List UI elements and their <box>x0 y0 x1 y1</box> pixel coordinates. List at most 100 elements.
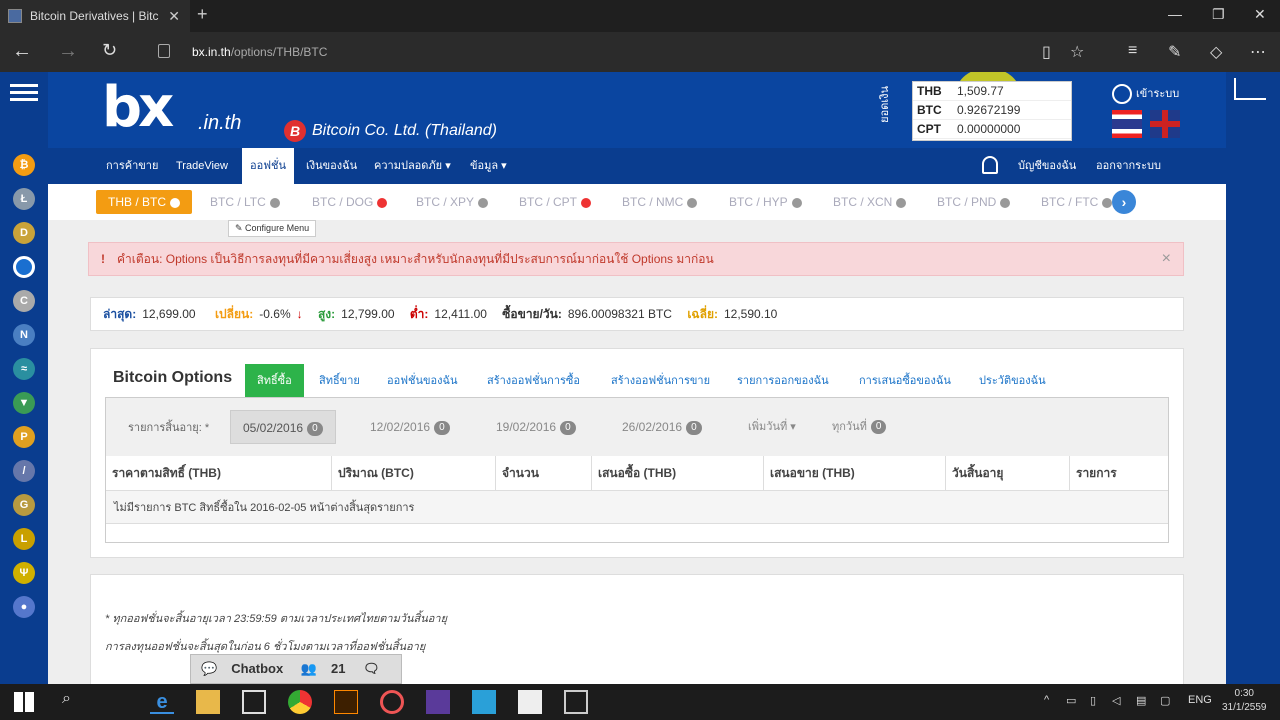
hub-icon[interactable]: ≡ <box>1128 42 1137 60</box>
keyboard-icon[interactable]: ▤ <box>1136 694 1146 707</box>
share-icon[interactable]: ◇ <box>1210 42 1222 62</box>
pair-tab[interactable]: BTC / XCN <box>833 190 907 214</box>
windows-start-icon[interactable] <box>14 692 34 712</box>
pair-tab[interactable]: BTC / LTC <box>210 190 280 214</box>
pair-tab[interactable]: BTC / NMC <box>622 190 698 214</box>
hamburger-menu-icon[interactable] <box>10 84 38 104</box>
close-circle-icon[interactable] <box>269 197 280 208</box>
expiry-date-tab[interactable]: 12/02/2016 0 <box>370 410 450 444</box>
action-center-icon[interactable]: ▢ <box>1160 694 1170 707</box>
skype-icon[interactable] <box>472 690 496 714</box>
refresh-icon[interactable]: ↻ <box>102 40 117 61</box>
column-header[interactable]: รายการ <box>1070 456 1168 490</box>
l-coin-icon[interactable]: L <box>13 528 35 550</box>
close-circle-icon[interactable] <box>581 197 592 208</box>
close-window-icon[interactable]: ✕ <box>1254 6 1266 23</box>
language-indicator[interactable]: ENG <box>1188 694 1212 706</box>
thai-flag-icon[interactable] <box>1112 110 1142 138</box>
new-tab-icon[interactable]: + <box>197 4 208 25</box>
tab-call[interactable]: สิทธิ์ซื้อ <box>245 364 304 398</box>
psi-coin-icon[interactable]: Ψ <box>13 562 35 584</box>
nav-security[interactable]: ความปลอดภัย ▾ <box>374 148 451 184</box>
all-days-tab[interactable]: ทุกวันที่ 0 <box>832 410 887 444</box>
reading-view-icon[interactable]: ▯ <box>1042 42 1051 62</box>
next-arrow-icon[interactable]: › <box>1112 190 1136 214</box>
pair-tab[interactable]: BTC / FTC <box>1041 190 1113 214</box>
chrome-icon[interactable] <box>288 690 312 714</box>
close-circle-icon[interactable] <box>1000 197 1011 208</box>
forward-icon[interactable]: → <box>58 40 78 63</box>
close-circle-icon[interactable] <box>896 197 907 208</box>
pandacoin-coin-icon[interactable]: P <box>13 426 35 448</box>
pair-tab[interactable]: BTC / PND <box>937 190 1011 214</box>
nav-trade[interactable]: การค้าขาย <box>106 148 158 184</box>
illustrator-icon[interactable] <box>334 690 358 714</box>
pair-tab[interactable]: BTC / CPT <box>519 190 592 214</box>
column-header[interactable]: เสนอขาย (THB) <box>764 456 946 490</box>
column-header[interactable]: จำนวน <box>496 456 592 490</box>
expiry-date-tab[interactable]: 05/02/2016 0 <box>230 410 336 444</box>
nav-my-account[interactable]: บัญชีของฉัน <box>1018 148 1076 184</box>
chart-bars-icon[interactable] <box>1234 78 1266 100</box>
counterparty-coin-icon[interactable]: ▼ <box>13 392 35 414</box>
paint-icon[interactable] <box>518 690 542 714</box>
close-circle-icon[interactable] <box>1102 197 1113 208</box>
close-circle-icon[interactable] <box>687 197 698 208</box>
app-icon[interactable] <box>380 690 404 714</box>
url-field[interactable]: bx.in.th/options/THB/BTC <box>150 41 1030 63</box>
close-circle-icon[interactable] <box>478 197 489 208</box>
web-note-icon[interactable]: ✎ <box>1168 42 1181 62</box>
tab-my-bids[interactable]: การเสนอซื้อของฉัน <box>859 364 951 398</box>
tab-create-call[interactable]: สร้างออฟชั่นการซื้อ <box>487 364 580 398</box>
configure-menu-tooltip[interactable]: ✎ Configure Menu <box>228 220 317 237</box>
pair-tab[interactable]: BTC / XPY <box>416 190 489 214</box>
pair-tab[interactable]: THB / BTC <box>96 190 193 214</box>
hyper-coin-icon[interactable]: ≈ <box>13 358 35 380</box>
visual-studio-icon[interactable] <box>426 690 450 714</box>
back-icon[interactable]: ← <box>12 40 32 63</box>
pair-tab[interactable]: BTC / DOG <box>312 190 388 214</box>
expiry-date-tab[interactable]: 19/02/2016 0 <box>496 410 576 444</box>
calculator-icon[interactable] <box>564 690 588 714</box>
minimize-icon[interactable]: — <box>1168 6 1182 22</box>
file-explorer-icon[interactable] <box>196 690 220 714</box>
more-icon[interactable]: ⋯ <box>1250 42 1266 62</box>
chatbox-button[interactable]: 💬Chatbox 👥21 🗨2 <box>190 654 402 684</box>
column-header[interactable]: วันสิ้นอายุ <box>946 456 1070 490</box>
uk-flag-icon[interactable] <box>1150 110 1180 138</box>
browser-tab[interactable]: Bitcoin Derivatives | Bitc ✕ <box>0 0 190 32</box>
litecoin-coin-icon[interactable]: Ł <box>13 188 35 210</box>
bell-icon[interactable] <box>982 156 998 174</box>
nav-options[interactable]: ออฟชั่น <box>242 148 294 184</box>
tab-history[interactable]: ประวัติของฉัน <box>979 364 1046 398</box>
globe-coin-icon[interactable]: ● <box>13 596 35 618</box>
bitcoin-coin-icon[interactable]: ₿ <box>13 154 35 176</box>
more-dates-dropdown[interactable]: เพิ่มวันที่ ▾ <box>748 410 796 444</box>
pair-tab[interactable]: BTC / HYP <box>729 190 802 214</box>
volume-icon[interactable]: ◁ <box>1112 694 1120 707</box>
gold-coin-icon[interactable]: G <box>13 494 35 516</box>
column-header[interactable]: ราคาตามสิทธิ์ (THB) <box>106 456 332 490</box>
tray-chevron-icon[interactable]: ^ <box>1044 694 1049 706</box>
maximize-icon[interactable]: ❐ <box>1212 6 1225 23</box>
expiry-date-tab[interactable]: 26/02/2016 0 <box>622 410 702 444</box>
close-circle-icon[interactable] <box>791 197 802 208</box>
nav-info[interactable]: ข้อมูล ▾ <box>470 148 507 184</box>
nav-tradeview[interactable]: TradeView <box>176 148 228 184</box>
login-link[interactable]: เข้าระบบ <box>1112 84 1179 105</box>
paycoin-coin-icon[interactable] <box>13 256 35 278</box>
battery-icon[interactable]: ▯ <box>1090 694 1096 707</box>
dismiss-alert-icon[interactable]: × <box>1162 243 1171 275</box>
tab-create-put[interactable]: สร้างออฟชั่นการขาย <box>611 364 710 398</box>
close-circle-icon[interactable] <box>170 197 181 208</box>
tab-my-orders[interactable]: รายการออกของฉัน <box>737 364 829 398</box>
tab-put[interactable]: สิทธิ์ขาย <box>319 364 360 398</box>
search-icon[interactable]: ⌕ <box>62 690 71 708</box>
close-tab-icon[interactable]: ✕ <box>168 8 180 25</box>
namecoin-coin-icon[interactable]: N <box>13 324 35 346</box>
favorite-star-icon[interactable]: ☆ <box>1070 42 1084 62</box>
dogecoin-coin-icon[interactable]: D <box>13 222 35 244</box>
store-icon[interactable] <box>242 690 266 714</box>
column-header[interactable]: เสนอซื้อ (THB) <box>592 456 764 490</box>
close-circle-icon[interactable] <box>377 197 388 208</box>
